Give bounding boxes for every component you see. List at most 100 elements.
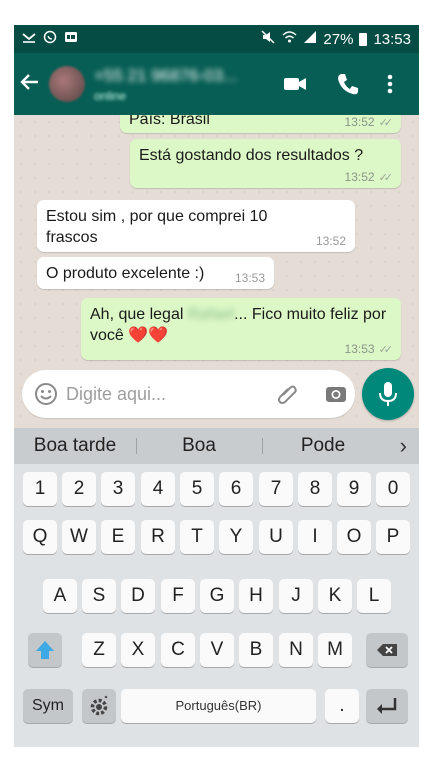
shift-key[interactable]: [28, 633, 62, 667]
key-t[interactable]: T: [180, 520, 214, 554]
message-meta: 13:52 ✓✓: [345, 170, 394, 184]
key-c[interactable]: C: [161, 633, 195, 667]
microphone-icon: [379, 382, 397, 406]
message-bubble-incoming[interactable]: Estou sim , por que comprei 10 frascos 1…: [37, 200, 355, 252]
more-vert-icon[interactable]: [384, 71, 396, 97]
key-o[interactable]: O: [337, 520, 371, 554]
status-right: 27% 13:53: [261, 30, 411, 48]
key-i[interactable]: I: [298, 520, 332, 554]
key-j[interactable]: J: [279, 579, 313, 613]
key-e[interactable]: E: [101, 520, 135, 554]
message-bubble-outgoing[interactable]: País: Brasil 13:52 ✓✓: [120, 115, 401, 133]
key-y[interactable]: Y: [219, 520, 253, 554]
message-time: 13:52: [344, 115, 375, 129]
message-meta: 13:53 ✓✓: [344, 342, 394, 356]
suggestion-item[interactable]: Boa: [137, 435, 261, 457]
mic-button[interactable]: [362, 368, 414, 420]
contact-status: online: [94, 89, 127, 103]
message-bubble-outgoing[interactable]: Ah, que legal Rafael... Fico muito feliz…: [81, 298, 401, 360]
key-x[interactable]: X: [121, 633, 155, 667]
video-call-icon[interactable]: [282, 71, 308, 97]
suggestion-item[interactable]: Boa tarde: [14, 435, 136, 457]
chat-header: +55 21 96876-03... online: [14, 53, 419, 115]
key-2[interactable]: 2: [62, 472, 96, 506]
key-a[interactable]: A: [43, 579, 77, 613]
attach-icon[interactable]: [275, 382, 299, 406]
key-v[interactable]: V: [200, 633, 234, 667]
gallery-notification-icon: [64, 30, 78, 44]
shift-arrow-icon: [36, 641, 54, 659]
key-1[interactable]: 1: [23, 472, 57, 506]
message-bubble-incoming[interactable]: O produto excelente :) 13:53: [37, 257, 274, 289]
key-h[interactable]: H: [239, 579, 273, 613]
message-list[interactable]: País: Brasil 13:52 ✓✓ Está gostando dos …: [14, 115, 419, 455]
keyboard: Boa tarde Boa Pode › 1 2 3 4 5 6 7 8 9 0…: [14, 428, 419, 747]
avatar[interactable]: [49, 66, 85, 102]
camera-icon[interactable]: [324, 382, 348, 406]
key-4[interactable]: 4: [141, 472, 175, 506]
period-key[interactable]: .: [325, 689, 359, 723]
key-d[interactable]: D: [121, 579, 155, 613]
key-g[interactable]: G: [200, 579, 234, 613]
key-w[interactable]: W: [62, 520, 96, 554]
contact-name[interactable]: +55 21 96876-03...: [94, 66, 237, 86]
key-n[interactable]: N: [279, 633, 313, 667]
key-7[interactable]: 7: [259, 472, 293, 506]
backspace-key[interactable]: [366, 633, 408, 667]
read-ticks-icon: ✓✓: [378, 116, 394, 129]
mute-icon: [261, 30, 276, 48]
backspace-icon: [377, 644, 397, 656]
settings-key[interactable]: [82, 689, 116, 723]
back-arrow-icon[interactable]: [20, 72, 40, 97]
message-meta: 13:53: [235, 271, 265, 285]
message-time: 13:53: [344, 342, 375, 356]
message-input[interactable]: [66, 381, 256, 407]
composer-bar: [14, 368, 419, 426]
wifi-icon: [282, 30, 297, 48]
suggestion-item[interactable]: Pode: [263, 435, 383, 457]
key-8[interactable]: 8: [298, 472, 332, 506]
suggestion-bar: Boa tarde Boa Pode ›: [14, 428, 419, 464]
message-meta: 13:52 ✓✓: [344, 115, 394, 129]
enter-key[interactable]: [366, 689, 408, 723]
key-b[interactable]: B: [239, 633, 273, 667]
key-k[interactable]: K: [318, 579, 352, 613]
enter-icon: [377, 698, 397, 714]
blurred-name: Rafael: [187, 306, 235, 323]
key-0[interactable]: 0: [376, 472, 410, 506]
phone-icon[interactable]: [335, 71, 361, 97]
status-left-icons: [22, 30, 78, 44]
key-u[interactable]: U: [259, 520, 293, 554]
message-text: Está gostando dos resultados ?: [139, 147, 364, 164]
missed-call-icon: [22, 30, 36, 44]
message-bubble-outgoing[interactable]: Está gostando dos resultados ? 13:52 ✓✓: [130, 139, 401, 188]
message-text-part: Ah, que legal: [90, 306, 188, 323]
message-time: 13:53: [234, 271, 265, 285]
clock: 13:53: [373, 30, 411, 48]
phone-screen: 27% 13:53 +55 21 96876-03... online País…: [14, 25, 419, 747]
space-key[interactable]: Português(BR): [121, 689, 316, 723]
message-meta: 13:52: [316, 234, 346, 248]
key-9[interactable]: 9: [337, 472, 371, 506]
gear-icon: [90, 695, 108, 716]
battery-icon: [359, 32, 368, 46]
key-q[interactable]: Q: [23, 520, 57, 554]
key-z[interactable]: Z: [82, 633, 116, 667]
key-m[interactable]: M: [318, 633, 352, 667]
read-ticks-icon: ✓✓: [378, 171, 394, 184]
key-l[interactable]: L: [357, 579, 391, 613]
sym-key[interactable]: Sym: [23, 689, 73, 723]
key-p[interactable]: P: [376, 520, 410, 554]
whatsapp-notification-icon: [43, 30, 57, 44]
key-6[interactable]: 6: [219, 472, 253, 506]
key-3[interactable]: 3: [101, 472, 135, 506]
key-f[interactable]: F: [161, 579, 195, 613]
key-r[interactable]: R: [141, 520, 175, 554]
emoji-icon[interactable]: [34, 382, 58, 406]
battery-percent: 27%: [323, 30, 354, 48]
composer-pill: [22, 370, 355, 418]
key-s[interactable]: S: [82, 579, 116, 613]
signal-icon: [303, 30, 317, 48]
key-5[interactable]: 5: [180, 472, 214, 506]
suggestion-more-icon[interactable]: ›: [400, 433, 407, 459]
